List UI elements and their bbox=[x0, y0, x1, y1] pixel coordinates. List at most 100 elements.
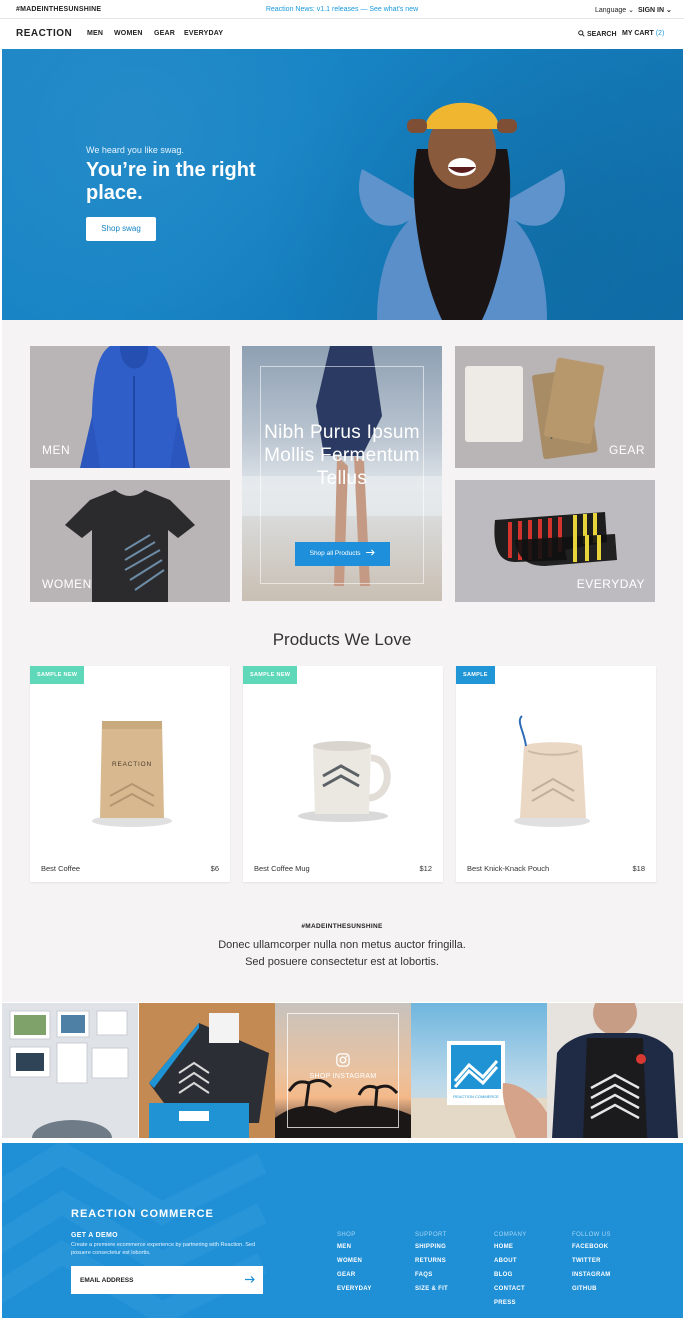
footer-link[interactable]: GITHUB bbox=[572, 1286, 611, 1300]
footer-link[interactable]: BLOG bbox=[494, 1272, 527, 1286]
site-footer: REACTION COMMERCE GET A DEMO Create a pr… bbox=[2, 1143, 683, 1318]
product-price: $12 bbox=[419, 864, 432, 873]
footer-link[interactable]: RETURNS bbox=[415, 1258, 448, 1272]
product-badge: SAMPLE NEW bbox=[243, 666, 298, 684]
category-label-men: MEN bbox=[42, 443, 71, 457]
cart-button[interactable]: MY CART (2) bbox=[622, 30, 664, 37]
footer-link[interactable]: GEAR bbox=[337, 1272, 372, 1286]
footer-link[interactable]: PRESS bbox=[494, 1300, 527, 1314]
hero-headline: You’re in the right place. bbox=[86, 159, 256, 204]
product-price: $18 bbox=[632, 864, 645, 873]
nav-link-gear[interactable]: GEAR bbox=[154, 30, 175, 37]
search-label: SEARCH bbox=[586, 31, 617, 38]
product-card[interactable]: REACTION SAMPLE NEW Best Coffee $6 bbox=[30, 666, 230, 882]
main-nav: REACTION MEN WOMEN GEAR EVERYDAY SEARCH … bbox=[0, 19, 684, 49]
shop-instagram-label: SHOP INSTAGRAM bbox=[309, 1073, 377, 1080]
product-price: $6 bbox=[210, 864, 219, 873]
footer-link[interactable]: MEN bbox=[337, 1244, 372, 1258]
footer-link[interactable]: SHIPPING bbox=[415, 1244, 448, 1258]
footer-column-company: COMPANY HOME ABOUT BLOG CONTACT PRESS bbox=[494, 1232, 527, 1314]
pouch-image bbox=[514, 715, 590, 827]
footer-link[interactable]: EVERYDAY bbox=[337, 1286, 372, 1300]
instagram-photo[interactable]: REACTION COMMERCE bbox=[411, 1003, 547, 1138]
tagline-hashtag: #MADEINTHESUNSHINE bbox=[301, 923, 383, 930]
products-section-title: Products We Love bbox=[272, 630, 412, 649]
coffee-bag-label: REACTION bbox=[112, 761, 152, 768]
shop-swag-button[interactable]: Shop swag bbox=[86, 217, 156, 241]
category-label-everyday: EVERYDAY bbox=[576, 577, 645, 591]
product-name: Best Coffee bbox=[41, 864, 81, 873]
hero-eyebrow: We heard you like swag. bbox=[86, 145, 184, 155]
search-button[interactable]: SEARCH bbox=[578, 30, 617, 38]
swag-box-image bbox=[139, 1003, 275, 1138]
product-name: Best Coffee Mug bbox=[254, 864, 310, 873]
sign-in-button[interactable]: SIGN IN ⌄ bbox=[638, 6, 672, 14]
product-badge: SAMPLE bbox=[456, 666, 495, 684]
footer-column-heading: SHOP bbox=[337, 1232, 356, 1238]
tagline-line-1: Donec ullamcorper nulla non metus auctor… bbox=[218, 939, 466, 951]
arrow-right-icon bbox=[366, 549, 376, 556]
hero-banner: We heard you like swag. You’re in the ri… bbox=[2, 49, 683, 320]
news-link[interactable]: Reaction News: v1.1 releases — See what'… bbox=[0, 6, 684, 13]
logo[interactable]: REACTION bbox=[16, 28, 72, 39]
shop-all-products-label: Shop all Products bbox=[309, 550, 361, 557]
nav-link-women[interactable]: WOMEN bbox=[114, 30, 143, 37]
instagram-photo[interactable] bbox=[139, 1003, 275, 1138]
footer-link[interactable]: CONTACT bbox=[494, 1286, 527, 1300]
category-label-women: WOMEN bbox=[42, 577, 92, 591]
footer-link[interactable]: ABOUT bbox=[494, 1258, 527, 1272]
footer-brand: REACTION COMMERCE bbox=[71, 1208, 214, 1220]
category-tile-gear[interactable]: GEAR bbox=[455, 346, 655, 468]
footer-link[interactable]: FAQS bbox=[415, 1272, 448, 1286]
footer-link[interactable]: FACEBOOK bbox=[572, 1244, 611, 1258]
tagline-line-2: Sed posuere consectetur est at lobortis. bbox=[245, 956, 439, 969]
nav-link-everyday[interactable]: EVERYDAY bbox=[184, 30, 223, 37]
footer-column-follow: FOLLOW US FACEBOOK TWITTER INSTAGRAM GIT… bbox=[572, 1232, 611, 1300]
demo-text: Create a premiere ecommerce experience b… bbox=[71, 1242, 256, 1256]
demo-heading: GET A DEMO bbox=[71, 1232, 118, 1239]
gallery-wall-image bbox=[9, 1010, 129, 1138]
coffee-bag-image: REACTION bbox=[92, 721, 172, 827]
cart-label: MY CART bbox=[622, 30, 654, 37]
category-label-gear: GEAR bbox=[608, 443, 645, 457]
shop-all-promo: Nibh Purus Ipsum Mollis Fermentum Tellus… bbox=[242, 346, 442, 601]
footer-link[interactable]: HOME bbox=[494, 1244, 527, 1258]
footer-column-shop: SHOP MEN WOMEN GEAR EVERYDAY bbox=[337, 1232, 372, 1300]
sign-in-hand-image: REACTION COMMERCE bbox=[411, 1041, 547, 1138]
instagram-photo[interactable] bbox=[2, 1003, 138, 1138]
footer-column-heading: COMPANY bbox=[494, 1232, 527, 1238]
footer-link[interactable]: TWITTER bbox=[572, 1258, 611, 1272]
footer-column-heading: FOLLOW US bbox=[572, 1232, 611, 1238]
language-selector[interactable]: Language ⌄ bbox=[595, 6, 634, 14]
category-tile-women[interactable]: WOMEN bbox=[30, 480, 230, 602]
tagline-text: Donec ullamcorper nulla non metus auctor… bbox=[0, 937, 684, 971]
category-tile-men[interactable]: MEN bbox=[30, 346, 230, 468]
footer-column-support: SUPPORT SHIPPING RETURNS FAQS SIZE & FIT bbox=[415, 1232, 448, 1300]
shop-instagram-tile[interactable]: SHOP INSTAGRAM bbox=[275, 1003, 411, 1138]
cart-count: (2) bbox=[655, 30, 665, 37]
person-tshirt-image bbox=[552, 1003, 678, 1138]
shop-all-products-button[interactable]: Shop all Products bbox=[295, 542, 390, 566]
submit-arrow-icon[interactable] bbox=[245, 1275, 255, 1284]
footer-link[interactable]: INSTAGRAM bbox=[572, 1272, 611, 1286]
product-badge: SAMPLE NEW bbox=[30, 666, 85, 684]
instagram-photo[interactable] bbox=[547, 1003, 683, 1138]
sign-text: REACTION COMMERCE bbox=[453, 1094, 499, 1099]
instagram-frame bbox=[287, 1013, 399, 1128]
search-icon bbox=[578, 30, 585, 37]
email-signup bbox=[71, 1266, 263, 1294]
email-input[interactable] bbox=[71, 1266, 241, 1294]
instagram-icon bbox=[336, 1053, 350, 1067]
category-tile-everyday[interactable]: EVERYDAY bbox=[455, 480, 655, 602]
nav-link-men[interactable]: MEN bbox=[87, 30, 103, 37]
hero-person-image bbox=[358, 102, 566, 320]
footer-link[interactable]: SIZE & FIT bbox=[415, 1286, 448, 1300]
promo-title: Nibh Purus Ipsum Mollis Fermentum Tellus bbox=[264, 422, 420, 489]
announcement-bar: #MADEINTHESUNSHINE Reaction News: v1.1 r… bbox=[0, 0, 684, 19]
footer-column-heading: SUPPORT bbox=[415, 1232, 447, 1238]
coffee-mug-image bbox=[298, 741, 391, 822]
footer-link[interactable]: WOMEN bbox=[337, 1258, 372, 1272]
product-card[interactable]: SAMPLE Best Knick-Knack Pouch $18 bbox=[456, 666, 656, 882]
product-name: Best Knick-Knack Pouch bbox=[467, 864, 550, 873]
product-card[interactable]: SAMPLE NEW Best Coffee Mug $12 bbox=[243, 666, 443, 882]
